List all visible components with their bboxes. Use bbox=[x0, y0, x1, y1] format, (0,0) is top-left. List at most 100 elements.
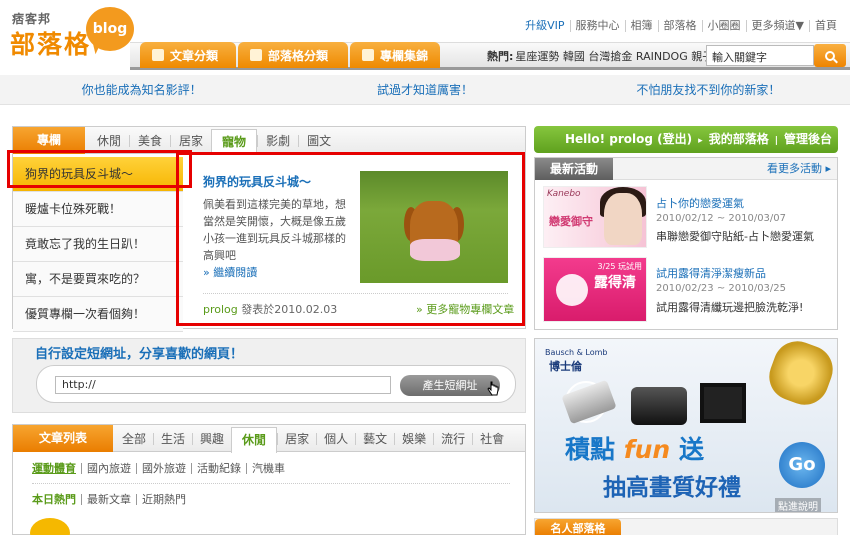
gift-bow-icon bbox=[762, 339, 837, 412]
subcat-link[interactable]: 汽機車 bbox=[246, 463, 290, 474]
ad-info-link[interactable]: 點進說明 bbox=[775, 498, 821, 512]
sort-link[interactable]: 近期熱門 bbox=[136, 494, 191, 505]
event-title[interactable]: 占卜你的戀愛運氣 bbox=[656, 195, 744, 211]
featured-cat-comics[interactable]: 圖文 bbox=[298, 134, 339, 147]
arrow-icon: | bbox=[774, 136, 778, 146]
promo-link-2[interactable]: 試過才知道厲害！ bbox=[283, 75, 566, 104]
article-subcategories: 運動體育 國內旅遊 國外旅遊 活動紀錄 汽機車 bbox=[32, 463, 290, 474]
article-list-main-tab[interactable]: 文章列表 bbox=[13, 425, 113, 452]
toplink-blog[interactable]: 部落格 bbox=[657, 20, 702, 32]
highlight-box-list bbox=[7, 150, 192, 188]
generate-short-url-button[interactable]: 產生短網址 bbox=[400, 375, 500, 396]
product-icon bbox=[556, 274, 588, 306]
toplink-circle[interactable]: 小圈圈 bbox=[701, 20, 746, 32]
events-tab[interactable]: 最新活動 bbox=[535, 158, 613, 180]
subcat-link[interactable]: 國外旅遊 bbox=[136, 463, 191, 474]
side-list-item[interactable]: 暖爐卡位殊死戰！ bbox=[13, 192, 183, 227]
article-author[interactable]: prolog bbox=[203, 303, 238, 316]
article-list-box: 文章列表 全部 生活 興趣 休閒 居家 個人 藝文 娛樂 流行 社會 bbox=[12, 424, 526, 535]
event-image-kanebo[interactable]: Kanebo 戀愛御守 bbox=[543, 186, 647, 248]
more-pets-link[interactable]: » 更多寵物專欄文章 bbox=[416, 301, 514, 317]
hand-cursor-icon bbox=[487, 381, 499, 396]
subcat-link[interactable]: 運動體育 bbox=[32, 463, 81, 474]
article-meta: prolog 發表於2010.02.03 bbox=[203, 301, 337, 317]
article-excerpt: 佩美看到這樣完美的草地，想當然是笑開懷，大概是像五歲小孩一進到玩具反斗城那樣的高… bbox=[203, 198, 346, 262]
ad-logo-zh: 博士倫 bbox=[549, 360, 582, 373]
article-cat[interactable]: 個人 bbox=[316, 432, 355, 445]
article-cat[interactable]: 生活 bbox=[153, 432, 192, 445]
article-cat-active[interactable]: 休閒 bbox=[231, 426, 278, 453]
hot-items[interactable]: 星座運勢 韓國 台灣搶金 RAINDOG 親子 bbox=[515, 50, 713, 63]
featured-cat-drama[interactable]: 影劇 bbox=[257, 134, 298, 147]
search-input[interactable]: 輸入關鍵字 bbox=[706, 45, 814, 66]
greeting-logout-link[interactable]: Hello! prolog (登出) bbox=[565, 132, 692, 146]
featured-cat-home[interactable]: 居家 bbox=[170, 134, 211, 147]
toplink-service-center[interactable]: 服務中心 bbox=[569, 20, 625, 32]
ad-headline-a: 積點 bbox=[565, 435, 616, 464]
subcat-link[interactable]: 國內旅遊 bbox=[81, 463, 136, 474]
ad-headline-fun: fun bbox=[623, 435, 671, 464]
promo-link-1[interactable]: 你也能成為知名影評！ bbox=[0, 75, 283, 104]
main-navbar: 文章分類 部落格分類 專欄集錦 熱門: 星座運勢 韓國 台灣搶金 RAINDOG … bbox=[0, 42, 850, 70]
event-desc: 試用露得清纖玩邊把臉洗乾淨! bbox=[656, 301, 804, 314]
read-more-link[interactable]: » 繼續閱讀 bbox=[203, 264, 257, 280]
nav-tab-column[interactable]: 專欄集錦 bbox=[350, 42, 440, 68]
subcat-link[interactable]: 活動紀錄 bbox=[191, 463, 246, 474]
ad-subheadline: 抽高畫質好禮 bbox=[603, 475, 741, 501]
document-icon bbox=[152, 49, 164, 61]
article-cat[interactable]: 全部 bbox=[115, 433, 153, 445]
event-title[interactable]: 試用露得清淨潔瘦新品 bbox=[656, 265, 766, 281]
sort-link[interactable]: 本日熱門 bbox=[32, 494, 81, 505]
toplink-more-channels[interactable]: 更多頻道▼ bbox=[745, 20, 809, 32]
event-image-date: 3/25 玩試用 bbox=[597, 262, 642, 271]
event-image-neutrogena[interactable]: 3/25 玩試用 露得清 bbox=[543, 257, 647, 322]
article-list-tabs: 文章列表 全部 生活 興趣 休閒 居家 個人 藝文 娛樂 流行 社會 bbox=[13, 425, 525, 453]
side-list-item[interactable]: 竟敢忘了我的生日趴！ bbox=[13, 227, 183, 262]
ad-headline-b: 送 bbox=[678, 435, 704, 464]
promo-strip: 你也能成為知名影評！ 試過才知道厲害！ 不怕朋友找不到你的新家！ bbox=[0, 75, 850, 105]
admin-link[interactable]: 管理後台 bbox=[784, 132, 832, 146]
dog-shirt bbox=[410, 239, 460, 261]
promo-link-3[interactable]: 不怕朋友找不到你的新家！ bbox=[567, 75, 850, 104]
nav-tab-article-category[interactable]: 文章分類 bbox=[140, 42, 236, 68]
event-image-text: 戀愛御守 bbox=[549, 215, 593, 228]
speech-icon bbox=[250, 49, 262, 61]
search-button[interactable] bbox=[814, 44, 846, 67]
toplink-home[interactable]: 首頁 bbox=[809, 20, 842, 32]
side-list-item[interactable]: 寓，不是要買來吃的？ bbox=[13, 262, 183, 297]
article-cat[interactable]: 流行 bbox=[433, 432, 472, 445]
ad-go-button[interactable]: Go bbox=[779, 442, 825, 488]
arrow-icon: ▸ bbox=[698, 136, 703, 146]
article-title[interactable]: 狗界的玩具反斗城～ bbox=[203, 173, 311, 190]
url-input[interactable]: http:// bbox=[55, 376, 391, 394]
article-photo-dog[interactable] bbox=[360, 171, 508, 283]
side-list-item[interactable]: 優質專欄一次看個夠！ bbox=[13, 297, 183, 332]
hot-label: 熱門: bbox=[487, 50, 514, 63]
my-blog-link[interactable]: 我的部落格 bbox=[709, 132, 769, 146]
event-brand: Kanebo bbox=[547, 189, 581, 199]
article-posted: 發表於2010.02.03 bbox=[241, 303, 338, 316]
featured-cat-leisure[interactable]: 休閒 bbox=[89, 135, 129, 147]
hot-keywords: 熱門: 星座運勢 韓國 台灣搶金 RAINDOG 親子 bbox=[487, 48, 713, 64]
article-cat[interactable]: 興趣 bbox=[192, 432, 231, 445]
famous-blogs-tab[interactable]: 名人部落格 bbox=[535, 519, 621, 535]
featured-cat-pets[interactable]: 寵物 bbox=[211, 128, 258, 155]
event-image-name: 露得清 bbox=[594, 275, 636, 291]
ad-headline: 積點 fun 送 bbox=[565, 430, 704, 466]
bausch-lomb-ad-banner[interactable]: Bausch & Lomb 博士倫 積點 fun 送 抽高畫質好禮 Go 點進說… bbox=[534, 338, 838, 513]
article-cat[interactable]: 居家 bbox=[277, 432, 316, 445]
toplink-upgrade-vip[interactable]: 升級VIP bbox=[520, 20, 569, 32]
article-cat[interactable]: 社會 bbox=[472, 432, 511, 445]
more-events-link[interactable]: 看更多活動 ▸ bbox=[767, 158, 831, 180]
projector-icon bbox=[561, 379, 617, 425]
ad-logo-en: Bausch & Lomb bbox=[545, 348, 608, 357]
featured-cat-food[interactable]: 美食 bbox=[129, 134, 170, 147]
toplink-album[interactable]: 相簿 bbox=[624, 20, 658, 32]
top-links: 升級VIP 服務中心 相簿 部落格 小圈圈 更多頻道▼ 首頁 bbox=[520, 20, 842, 32]
article-cat[interactable]: 藝文 bbox=[355, 432, 394, 445]
sort-link[interactable]: 最新文章 bbox=[81, 494, 136, 505]
article-list-categories: 全部 生活 興趣 休閒 居家 個人 藝文 娛樂 流行 社會 bbox=[115, 425, 511, 453]
event-desc: 串聯戀愛御守貼紙-占卜戀愛運氣 bbox=[656, 230, 814, 243]
nav-tab-blog-category[interactable]: 部落格分類 bbox=[238, 42, 348, 68]
article-cat[interactable]: 娛樂 bbox=[394, 432, 433, 445]
